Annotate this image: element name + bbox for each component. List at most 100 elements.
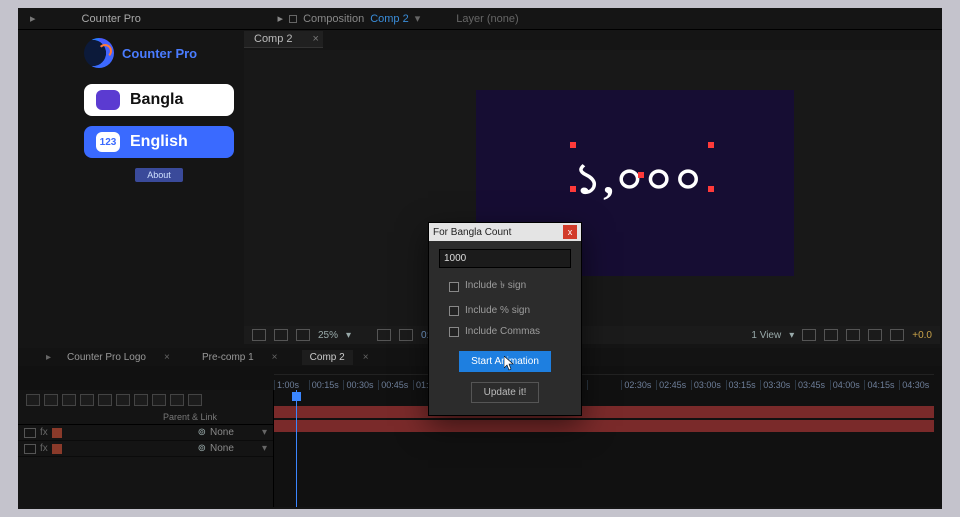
- tl-icon[interactable]: [80, 394, 94, 406]
- tl-icon[interactable]: [44, 394, 58, 406]
- tl-icon[interactable]: [62, 394, 76, 406]
- top-panel-tabs: ▸ Counter Pro ▸ Composition Comp 2 ▾ Lay…: [18, 8, 942, 30]
- close-icon[interactable]: x: [563, 225, 577, 239]
- visibility-toggle[interactable]: [24, 428, 36, 438]
- selection-handle[interactable]: [570, 142, 576, 148]
- vf-icon[interactable]: [868, 329, 882, 341]
- vf-icon[interactable]: [399, 329, 413, 341]
- track-area[interactable]: [274, 390, 934, 507]
- timeline-tab[interactable]: Pre-comp 1: [194, 350, 262, 365]
- vf-icon[interactable]: [274, 329, 288, 341]
- dropdown-icon[interactable]: ▾: [789, 330, 794, 341]
- panel-arrow-icon: ▸: [18, 12, 48, 25]
- counter-display[interactable]: ১,০০০: [574, 146, 704, 217]
- tab-close-icon[interactable]: ×: [264, 350, 280, 365]
- tl-icon[interactable]: [134, 394, 148, 406]
- parent-link[interactable]: None: [210, 427, 262, 438]
- subtab-comp2[interactable]: Comp 2: [244, 31, 303, 48]
- tl-icon[interactable]: [98, 394, 112, 406]
- tl-icon[interactable]: [116, 394, 130, 406]
- playhead[interactable]: [296, 390, 297, 507]
- time-tick[interactable]: 02:30s: [621, 380, 656, 390]
- vf-icon[interactable]: [802, 329, 816, 341]
- tab-close-icon[interactable]: ×: [355, 350, 371, 365]
- update-label: Update it!: [484, 387, 527, 398]
- view-count-label[interactable]: 1 View: [751, 330, 781, 341]
- selection-handle[interactable]: [708, 186, 714, 192]
- chevron-icon: ▸: [278, 12, 284, 25]
- tl-icon[interactable]: [188, 394, 202, 406]
- time-tick[interactable]: 03:45s: [795, 380, 830, 390]
- visibility-toggle[interactable]: [24, 444, 36, 454]
- english-button-label: English: [130, 133, 188, 151]
- time-tick[interactable]: 00:30s: [343, 380, 378, 390]
- time-tick[interactable]: 00:15s: [309, 380, 344, 390]
- time-ruler[interactable]: 1:00s00:15s00:30s00:45s01:00s01:15s02:30…: [274, 374, 934, 390]
- selection-handle[interactable]: [570, 186, 576, 192]
- vf-icon[interactable]: [846, 329, 860, 341]
- layer-row[interactable]: fx⊚None▾: [18, 441, 273, 457]
- time-tick[interactable]: 00:45s: [378, 380, 413, 390]
- timeline-left-columns: Parent & Link fx⊚None▾fx⊚None▾: [18, 390, 274, 507]
- time-tick[interactable]: [587, 380, 622, 390]
- composition-name[interactable]: Comp 2: [370, 13, 409, 25]
- timeline-tab-active[interactable]: Comp 2: [302, 350, 353, 365]
- dropdown-icon[interactable]: ▾: [262, 427, 267, 438]
- opt-commas[interactable]: Include Commas: [449, 326, 571, 337]
- selection-handle[interactable]: [708, 142, 714, 148]
- layer-tab-label[interactable]: Layer (none): [456, 13, 518, 25]
- panel-tab-counter-pro[interactable]: Counter Pro: [48, 13, 248, 25]
- time-tick[interactable]: 03:00s: [691, 380, 726, 390]
- dropdown-icon[interactable]: ▾: [262, 443, 267, 454]
- about-button[interactable]: About: [135, 168, 183, 182]
- bangla-button[interactable]: Bangla: [84, 84, 234, 116]
- parent-dropdown-icon[interactable]: ⊚: [198, 443, 206, 454]
- vf-icon[interactable]: [296, 329, 310, 341]
- update-button[interactable]: Update it!: [471, 382, 540, 403]
- composition-viewer[interactable]: ১,০০০: [244, 50, 940, 332]
- time-tick[interactable]: 04:15s: [864, 380, 899, 390]
- selection-anchor[interactable]: [638, 172, 644, 178]
- exposure-value[interactable]: +0.0: [912, 330, 932, 341]
- zoom-value[interactable]: 25%: [318, 330, 338, 341]
- gear-icon[interactable]: [890, 329, 904, 341]
- checkbox-icon[interactable]: [449, 282, 459, 292]
- composition-tab[interactable]: ▸ Composition Comp 2 ▾ Layer (none): [268, 12, 519, 25]
- opt-taka[interactable]: Include ৳ sign: [449, 278, 571, 295]
- tab-close-icon[interactable]: ×: [156, 350, 172, 365]
- resolution-icon[interactable]: [377, 329, 391, 341]
- label-swatch[interactable]: [52, 444, 62, 454]
- layer-row[interactable]: fx⊚None▾: [18, 425, 273, 441]
- tl-icon[interactable]: [26, 394, 40, 406]
- parent-link[interactable]: None: [210, 443, 262, 454]
- timeline-tab[interactable]: Counter Pro Logo: [59, 350, 154, 365]
- tl-icon[interactable]: [170, 394, 184, 406]
- opt-percent[interactable]: Include % sign: [449, 305, 571, 316]
- layer-bar[interactable]: [274, 420, 934, 432]
- vf-icon[interactable]: [252, 329, 266, 341]
- label-swatch[interactable]: [52, 428, 62, 438]
- time-tick[interactable]: 1:00s: [274, 380, 309, 390]
- time-tick[interactable]: 02:45s: [656, 380, 691, 390]
- dialog-titlebar[interactable]: For Bangla Count x: [429, 223, 581, 241]
- time-tick[interactable]: 03:30s: [760, 380, 795, 390]
- tl-icon[interactable]: [152, 394, 166, 406]
- time-tick[interactable]: 03:15s: [726, 380, 761, 390]
- english-button[interactable]: 123 English: [84, 126, 234, 158]
- script-panel: Counter Pro Bangla 123 English About: [84, 34, 234, 182]
- subtab-close-icon[interactable]: ×: [303, 31, 323, 48]
- vf-icon[interactable]: [824, 329, 838, 341]
- parent-dropdown-icon[interactable]: ⊚: [198, 427, 206, 438]
- layer-bar[interactable]: [274, 406, 934, 418]
- app-root: ▸ Counter Pro ▸ Composition Comp 2 ▾ Lay…: [18, 8, 942, 509]
- start-animation-button[interactable]: Start Animation: [459, 351, 551, 372]
- dropdown-icon[interactable]: ▾: [415, 12, 421, 25]
- dropdown-icon[interactable]: ▾: [346, 330, 351, 341]
- count-input[interactable]: [439, 249, 571, 268]
- checkbox-icon[interactable]: [449, 306, 459, 316]
- script-brand: Counter Pro: [84, 38, 234, 68]
- time-tick[interactable]: 04:30s: [899, 380, 934, 390]
- checkbox-icon[interactable]: [449, 327, 459, 337]
- script-title: Counter Pro: [122, 46, 197, 61]
- time-tick[interactable]: 04:00s: [830, 380, 865, 390]
